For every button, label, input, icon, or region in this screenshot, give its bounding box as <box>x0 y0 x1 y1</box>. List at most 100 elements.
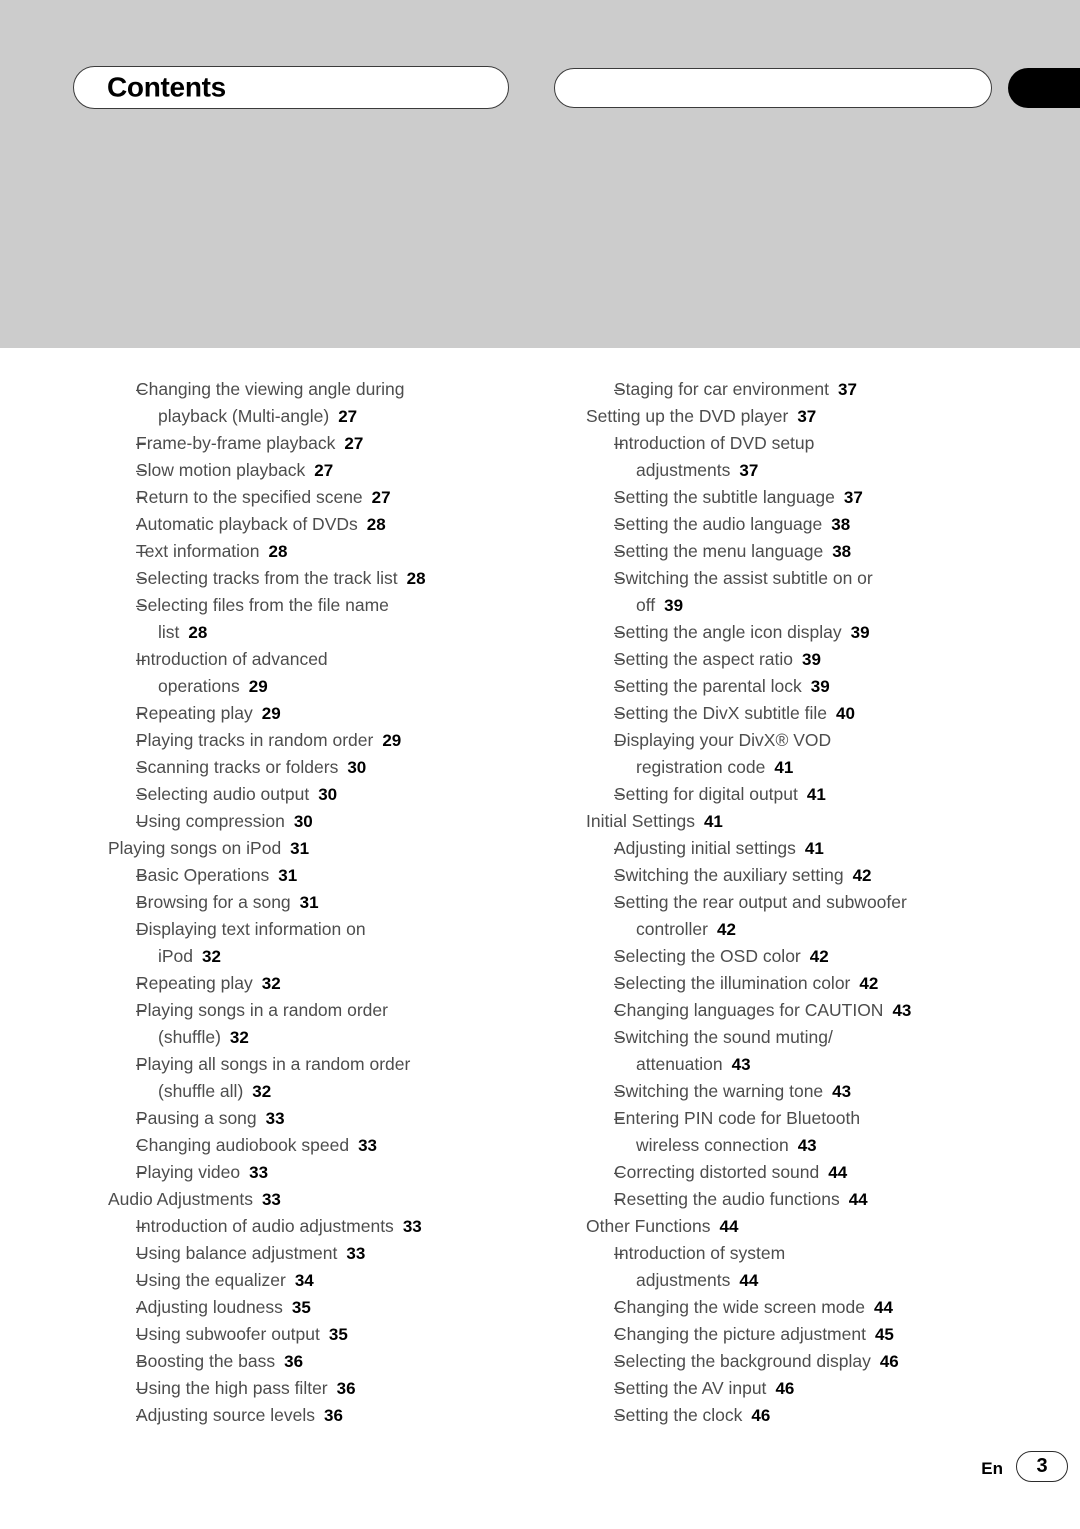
toc-entry[interactable]: registration code 41 <box>586 754 1016 781</box>
toc-entry[interactable]: – Selecting audio output 30 <box>108 781 538 808</box>
toc-entry[interactable]: – Changing the viewing angle during <box>108 376 538 403</box>
toc-entry-label: Other Functions <box>586 1216 711 1236</box>
toc-entry-label: Repeating play <box>136 973 253 993</box>
toc-entry[interactable]: – Changing the wide screen mode 44 <box>586 1294 1016 1321</box>
toc-entry[interactable]: (shuffle all) 32 <box>108 1078 538 1105</box>
toc-entry-label: (shuffle) <box>158 1027 221 1047</box>
toc-entry[interactable]: – Switching the warning tone 43 <box>586 1078 1016 1105</box>
toc-entry[interactable]: – Introduction of system <box>586 1240 1016 1267</box>
toc-entry[interactable]: – Introduction of DVD setup <box>586 430 1016 457</box>
toc-entry[interactable]: – Playing tracks in random order 29 <box>108 727 538 754</box>
toc-entry-label: Initial Settings <box>586 811 695 831</box>
toc-entry[interactable]: – Automatic playback of DVDs 28 <box>108 511 538 538</box>
toc-entry[interactable]: – Selecting the background display 46 <box>586 1348 1016 1375</box>
toc-entry[interactable]: – Setting the aspect ratio 39 <box>586 646 1016 673</box>
toc-entry[interactable]: – Repeating play 32 <box>108 970 538 997</box>
toc-entry[interactable]: attenuation 43 <box>586 1051 1016 1078</box>
toc-entry[interactable]: – Using subwoofer output 35 <box>108 1321 538 1348</box>
toc-entry-label: Playing video <box>136 1162 241 1182</box>
toc-entry[interactable]: – Selecting the OSD color 42 <box>586 943 1016 970</box>
toc-entry[interactable]: – Using the high pass filter 36 <box>108 1375 538 1402</box>
toc-entry[interactable]: – Changing languages for CAUTION 43 <box>586 997 1016 1024</box>
toc-entry[interactable]: iPod 32 <box>108 943 538 970</box>
toc-entry[interactable]: – Introduction of advanced <box>108 646 538 673</box>
toc-entry[interactable]: – Entering PIN code for Bluetooth <box>586 1105 1016 1132</box>
toc-entry[interactable]: controller 42 <box>586 916 1016 943</box>
toc-entry[interactable]: – Setting the angle icon display 39 <box>586 619 1016 646</box>
toc-entry[interactable]: – Boosting the bass 36 <box>108 1348 538 1375</box>
toc-entry[interactable]: – Scanning tracks or folders 30 <box>108 754 538 781</box>
toc-entry-page-number: 41 <box>804 839 824 858</box>
toc-entry[interactable]: – Slow motion playback 27 <box>108 457 538 484</box>
toc-entry[interactable]: – Staging for car environment 37 <box>586 376 1016 403</box>
toc-entry-page-number: 37 <box>739 461 759 480</box>
toc-entry[interactable]: – Frame-by-frame playback 27 <box>108 430 538 457</box>
toc-entry[interactable]: – Adjusting loudness 35 <box>108 1294 538 1321</box>
toc-entry[interactable]: Setting up the DVD player 37 <box>586 403 1016 430</box>
toc-entry[interactable]: Other Functions 44 <box>586 1213 1016 1240</box>
toc-entry[interactable]: – Adjusting initial settings 41 <box>586 835 1016 862</box>
toc-entry[interactable]: – Setting the menu language 38 <box>586 538 1016 565</box>
toc-entry[interactable]: – Changing audiobook speed 33 <box>108 1132 538 1159</box>
toc-entry[interactable]: Playing songs on iPod 31 <box>108 835 538 862</box>
toc-entry-page-number: 42 <box>716 920 736 939</box>
toc-entry[interactable]: – Using balance adjustment 33 <box>108 1240 538 1267</box>
toc-entry[interactable]: – Repeating play 29 <box>108 700 538 727</box>
toc-entry[interactable]: – Playing video 33 <box>108 1159 538 1186</box>
toc-entry[interactable]: – Switching the auxiliary setting 42 <box>586 862 1016 889</box>
dash-icon: – <box>614 1351 624 1371</box>
toc-entry[interactable]: – Setting the parental lock 39 <box>586 673 1016 700</box>
toc-entry[interactable]: – Switching the sound muting/ <box>586 1024 1016 1051</box>
toc-entry[interactable]: – Selecting tracks from the track list 28 <box>108 565 538 592</box>
toc-entry-label: Introduction of system <box>614 1243 786 1263</box>
toc-entry[interactable]: list 28 <box>108 619 538 646</box>
toc-entry[interactable]: – Setting the DivX subtitle file 40 <box>586 700 1016 727</box>
toc-entry[interactable]: off 39 <box>586 592 1016 619</box>
toc-entry[interactable]: – Playing all songs in a random order <box>108 1051 538 1078</box>
toc-entry[interactable]: – Introduction of audio adjustments 33 <box>108 1213 538 1240</box>
dash-icon: – <box>614 1243 624 1263</box>
toc-entry[interactable]: – Return to the specified scene 27 <box>108 484 538 511</box>
toc-entry[interactable]: – Pausing a song 33 <box>108 1105 538 1132</box>
toc-entry[interactable]: – Selecting the illumination color 42 <box>586 970 1016 997</box>
toc-entry[interactable]: – Setting the audio language 38 <box>586 511 1016 538</box>
toc-entry[interactable]: – Using compression 30 <box>108 808 538 835</box>
toc-entry[interactable]: operations 29 <box>108 673 538 700</box>
toc-entry[interactable]: – Browsing for a song 31 <box>108 889 538 916</box>
toc-entry[interactable]: (shuffle) 32 <box>108 1024 538 1051</box>
toc-entry[interactable]: playback (Multi-angle) 27 <box>108 403 538 430</box>
toc-entry-label: Switching the assist subtitle on or <box>614 568 873 588</box>
toc-entry[interactable]: – Correcting distorted sound 44 <box>586 1159 1016 1186</box>
toc-entry-page-number: 30 <box>318 785 338 804</box>
toc-entry[interactable]: – Setting the rear output and subwoofer <box>586 889 1016 916</box>
toc-entry[interactable]: – Basic Operations 31 <box>108 862 538 889</box>
toc-entry[interactable]: – Displaying your DivX® VOD <box>586 727 1016 754</box>
toc-entry-label: controller <box>636 919 708 939</box>
toc-entry[interactable]: – Adjusting source levels 36 <box>108 1402 538 1429</box>
dash-icon: – <box>136 1216 146 1236</box>
toc-entry[interactable]: – Switching the assist subtitle on or <box>586 565 1016 592</box>
toc-entry-label: Displaying text information on <box>136 919 366 939</box>
toc-entry[interactable]: – Setting the subtitle language 37 <box>586 484 1016 511</box>
toc-entry[interactable]: – Setting the AV input 46 <box>586 1375 1016 1402</box>
toc-entry[interactable]: – Resetting the audio functions 44 <box>586 1186 1016 1213</box>
toc-entry[interactable]: adjustments 37 <box>586 457 1016 484</box>
toc-entry-page-number: 35 <box>328 1325 348 1344</box>
toc-entry[interactable]: – Selecting files from the file name <box>108 592 538 619</box>
toc-entry-label: Setting the audio language <box>614 514 823 534</box>
toc-entry-label: Using compression <box>136 811 285 831</box>
toc-entry[interactable]: – Setting for digital output 41 <box>586 781 1016 808</box>
toc-entry[interactable]: Initial Settings 41 <box>586 808 1016 835</box>
dash-icon: – <box>136 1270 146 1290</box>
toc-entry-page-number: 45 <box>874 1325 894 1344</box>
toc-entry[interactable]: wireless connection 43 <box>586 1132 1016 1159</box>
toc-entry[interactable]: – Using the equalizer 34 <box>108 1267 538 1294</box>
toc-entry[interactable]: – Playing songs in a random order <box>108 997 538 1024</box>
toc-entry[interactable]: – Displaying text information on <box>108 916 538 943</box>
toc-entry[interactable]: – Changing the picture adjustment 45 <box>586 1321 1016 1348</box>
toc-entry[interactable]: adjustments 44 <box>586 1267 1016 1294</box>
toc-entry-label: Setting the DivX subtitle file <box>614 703 828 723</box>
toc-entry[interactable]: – Setting the clock 46 <box>586 1402 1016 1429</box>
toc-entry[interactable]: Audio Adjustments 33 <box>108 1186 538 1213</box>
toc-entry[interactable]: – Text information 28 <box>108 538 538 565</box>
